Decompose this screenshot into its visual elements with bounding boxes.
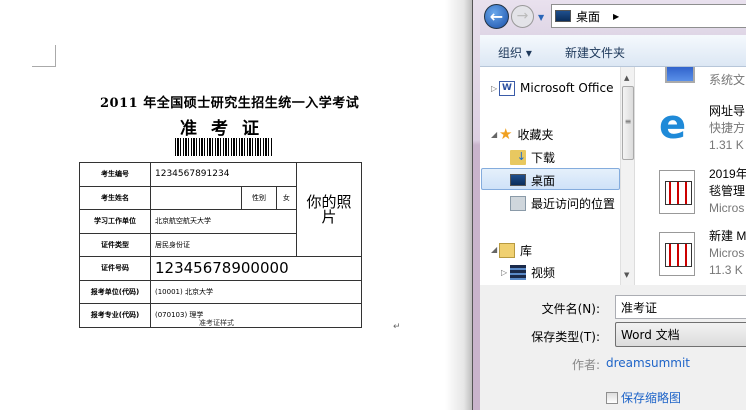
history-dropdown-icon[interactable]: ▼ [538, 13, 544, 22]
word-icon: W [499, 80, 515, 96]
computer-icon [665, 67, 695, 83]
file-name: 新建 M [709, 229, 746, 243]
window-shadow [445, 0, 472, 410]
exam-title: 2011 年全国硕士研究生招生统一入学考试 [100, 96, 360, 111]
file-detail: 快捷方 [709, 121, 746, 135]
table-row: 考生编号 1234567891234 你的照片 [79, 162, 362, 257]
scrollbar-thumb[interactable]: ≡ [622, 86, 634, 160]
gender-value: 女 [275, 185, 298, 210]
caption: 准考证样式 [199, 319, 234, 327]
organize-button[interactable]: 组织 ▾ [498, 44, 532, 61]
forward-button[interactable]: → [511, 5, 534, 28]
collapse-icon[interactable]: ◢ [491, 130, 497, 139]
nav-scrollbar[interactable]: ▲ ≡ ▼ [620, 67, 634, 285]
nav-item-videos[interactable]: 视频 [510, 261, 555, 283]
nav-label: Microsoft Office [520, 81, 614, 95]
table-row: 证件号码 12345678900000 [79, 256, 362, 281]
video-icon [510, 264, 526, 280]
desktop-icon [555, 10, 571, 22]
breadcrumb-chevron-icon[interactable]: ▶ [613, 12, 619, 21]
barcode-image [175, 138, 273, 156]
nav-label: 视频 [531, 265, 556, 280]
save-thumbnail-checkbox[interactable] [606, 392, 618, 404]
nav-item-desktop[interactable]: 桌面 [510, 169, 555, 191]
photo-placeholder: 你的照片 [296, 162, 362, 257]
row-label: 证件号码 [79, 256, 151, 281]
card-title: 准考证 [180, 119, 273, 139]
file-list: 系统文 e 网址导 快捷方 1.31 K 2019年 毯管理 Micros 新建… [634, 67, 746, 285]
nav-label: 桌面 [531, 173, 556, 188]
library-icon [499, 242, 515, 258]
nav-label: 下载 [531, 150, 556, 165]
document-icon [659, 170, 695, 214]
nav-label: 库 [520, 243, 533, 258]
file-name: 网址导 [709, 104, 746, 118]
nav-item-downloads[interactable]: ↓ 下载 [510, 146, 555, 168]
new-folder-button[interactable]: 新建文件夹 [565, 44, 625, 61]
scroll-down-icon[interactable]: ▼ [624, 271, 629, 279]
file-detail: 系统文 [709, 73, 746, 87]
paragraph-mark: ↵ [393, 322, 401, 332]
scroll-up-icon[interactable]: ▲ [624, 74, 629, 82]
file-item[interactable]: e 网址导 快捷方 1.31 K [635, 103, 746, 163]
recent-places-icon [510, 195, 526, 211]
row-label: 考生姓名 [79, 185, 151, 210]
toolbar: 组织 ▾ 新建文件夹 [480, 35, 746, 67]
row-label: 报考专业(代码) [79, 303, 151, 328]
nav-item-microsoft-office[interactable]: W Microsoft Office [499, 77, 613, 99]
save-thumbnail-label[interactable]: 保存缩略图 [621, 389, 681, 406]
filename-label: 文件名(N): [541, 302, 600, 316]
admission-card-table: 考生编号 1234567891234 你的照片 考生姓名 性别女 学习工作单位 北京航空… [79, 162, 362, 328]
word-document-page: 2011 年全国硕士研究生招生统一入学考试 准考证 考生编号 1234567891… [0, 0, 465, 410]
row-value: (070103) 理学 [150, 303, 362, 328]
document-icon [659, 232, 695, 276]
filetype-select[interactable]: Word 文档 [615, 322, 746, 347]
row-label: 证件类型 [79, 232, 151, 257]
row-value: 12345678900000 [150, 256, 362, 281]
address-breadcrumb[interactable]: 桌面 ▶ [551, 4, 746, 28]
star-icon: ★ [499, 125, 513, 143]
nav-item-recent-places[interactable]: 最近访问的位置 [510, 192, 615, 214]
row-label: 考生编号 [79, 162, 151, 187]
file-item[interactable]: 新建 M Micros 11.3 K [635, 228, 746, 285]
gender-label: 性别 [241, 185, 277, 210]
file-detail: Micros [709, 201, 745, 215]
back-button[interactable]: ← [484, 4, 509, 29]
filename-input[interactable]: 准考证 [615, 295, 746, 319]
file-name: 毯管理 [709, 184, 746, 198]
dialog-frame [472, 0, 480, 410]
save-options-panel: 文件名(N): 准考证 保存类型(T): Word 文档 作者: dreamsu… [480, 285, 746, 410]
row-label: 报考单位(代码) [79, 279, 151, 304]
margin-corner-mark [32, 45, 56, 67]
file-size: 11.3 K [709, 263, 743, 277]
expand-icon[interactable]: ▷ [491, 84, 497, 93]
downloads-folder-icon: ↓ [510, 149, 526, 165]
nav-label: 收藏夹 [517, 127, 554, 142]
file-detail: Micros [709, 246, 745, 260]
expand-icon[interactable]: ▷ [501, 268, 507, 277]
desktop-icon [510, 174, 526, 186]
row-label: 学习工作单位 [79, 209, 151, 234]
author-label: 作者: [571, 358, 600, 372]
file-item[interactable]: 2019年 毯管理 Micros [635, 166, 746, 226]
author-value[interactable]: dreamsummit [606, 356, 690, 370]
nav-label: 最近访问的位置 [531, 196, 616, 211]
file-size: 1.31 K [709, 138, 744, 152]
breadcrumb-desktop[interactable]: 桌面 [576, 8, 600, 25]
collapse-icon[interactable]: ◢ [491, 245, 497, 254]
filetype-label: 保存类型(T): [531, 330, 600, 344]
nav-item-libraries[interactable]: 库 [499, 239, 532, 261]
row-value: 1234567891234 [149, 162, 298, 187]
table-row: 报考单位(代码) (10001) 北京大学 [79, 279, 362, 304]
row-value [149, 185, 243, 210]
nav-item-favorites[interactable]: ★ 收藏夹 [499, 123, 553, 145]
row-value: (10001) 北京大学 [150, 279, 362, 304]
file-name: 2019年 [709, 167, 746, 181]
navigation-pane: ▷ W Microsoft Office ◢ ★ 收藏夹 ↓ 下载 桌面 最近访问的位… [480, 67, 620, 285]
internet-explorer-shortcut-icon: e [659, 102, 687, 148]
row-value: 居民身份证 [149, 232, 298, 257]
row-value: 北京航空航天大学 [149, 209, 298, 234]
